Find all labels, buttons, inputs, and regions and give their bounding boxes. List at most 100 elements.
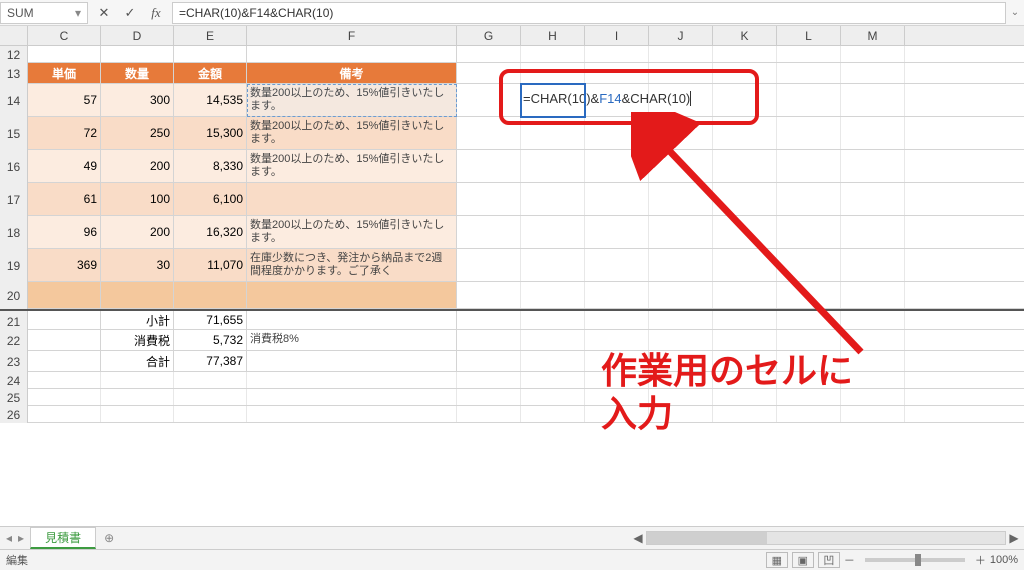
cell[interactable] <box>713 216 777 248</box>
sheet-tab-active[interactable]: 見積書 <box>30 527 96 549</box>
cell[interactable] <box>457 46 521 62</box>
cell[interactable] <box>777 46 841 62</box>
col-header-F[interactable]: F <box>247 26 457 45</box>
cell[interactable]: 消費税8% <box>247 330 457 350</box>
cell[interactable] <box>649 282 713 308</box>
cell[interactable] <box>457 389 521 405</box>
cell[interactable] <box>777 282 841 308</box>
col-header-H[interactable]: H <box>521 26 585 45</box>
cell[interactable] <box>457 372 521 388</box>
cell[interactable] <box>777 216 841 248</box>
row-header[interactable]: 14 <box>0 84 28 117</box>
cell[interactable] <box>521 150 585 182</box>
cell[interactable] <box>841 330 905 350</box>
cell[interactable] <box>585 63 649 83</box>
cell[interactable] <box>777 150 841 182</box>
cell[interactable]: 合計 <box>101 351 174 371</box>
cell[interactable] <box>841 406 905 422</box>
cell[interactable] <box>521 389 585 405</box>
cell[interactable] <box>713 117 777 149</box>
cell[interactable]: 16,320 <box>174 216 247 248</box>
cell[interactable] <box>101 46 174 62</box>
cell[interactable] <box>841 351 905 371</box>
zoom-out-icon[interactable]: － <box>844 552 855 568</box>
cell[interactable] <box>247 351 457 371</box>
cell[interactable]: 369 <box>28 249 101 281</box>
cell[interactable] <box>585 183 649 215</box>
cell[interactable]: 数量200以上のため、15%値引きいたします。 <box>247 117 457 149</box>
grid-area[interactable]: CDEFGHIJKLM 1213単価数量金額備考145730014,535数量2… <box>0 26 1024 526</box>
cell[interactable] <box>777 389 841 405</box>
cell[interactable] <box>521 351 585 371</box>
cell[interactable] <box>521 46 585 62</box>
row-header[interactable]: 16 <box>0 150 28 183</box>
cell[interactable] <box>247 372 457 388</box>
cancel-icon[interactable]: ✕ <box>92 2 116 24</box>
cell[interactable] <box>649 249 713 281</box>
row-header[interactable]: 22 <box>0 330 28 351</box>
cell[interactable] <box>841 311 905 329</box>
tab-first-icon[interactable]: ◂ <box>6 531 12 545</box>
scroll-right-icon[interactable]: ▶ <box>1006 531 1022 545</box>
cell[interactable] <box>457 311 521 329</box>
zoom-in-icon[interactable]: ＋ <box>975 552 986 568</box>
cell[interactable]: 49 <box>28 150 101 182</box>
cell[interactable] <box>585 406 649 422</box>
cell[interactable] <box>174 406 247 422</box>
cell[interactable] <box>457 249 521 281</box>
cell[interactable]: 6,100 <box>174 183 247 215</box>
cell[interactable] <box>457 282 521 308</box>
cell[interactable] <box>247 389 457 405</box>
cell[interactable] <box>585 311 649 329</box>
cell[interactable]: =CHAR(10)&F14&CHAR(10) <box>521 84 585 116</box>
cell[interactable]: 200 <box>101 150 174 182</box>
cell[interactable] <box>521 311 585 329</box>
cell[interactable] <box>713 311 777 329</box>
cell[interactable] <box>841 282 905 308</box>
fx-icon[interactable]: fx <box>144 2 168 24</box>
cell[interactable] <box>585 282 649 308</box>
cell[interactable] <box>841 183 905 215</box>
cell[interactable]: 11,070 <box>174 249 247 281</box>
cell[interactable]: 57 <box>28 84 101 116</box>
cell[interactable]: 5,732 <box>174 330 247 350</box>
cell[interactable] <box>585 389 649 405</box>
cell[interactable]: 71,655 <box>174 311 247 329</box>
cell[interactable] <box>247 311 457 329</box>
tab-prev-icon[interactable]: ▸ <box>18 531 24 545</box>
cell[interactable] <box>841 84 905 116</box>
cell[interactable] <box>457 84 521 116</box>
scroll-thumb[interactable] <box>647 532 767 544</box>
col-header-I[interactable]: I <box>585 26 649 45</box>
cell[interactable] <box>713 351 777 371</box>
row-header[interactable]: 23 <box>0 351 28 372</box>
row-header[interactable]: 17 <box>0 183 28 216</box>
cell[interactable] <box>521 406 585 422</box>
cell[interactable] <box>247 282 457 308</box>
row-header[interactable]: 12 <box>0 46 28 63</box>
cell[interactable] <box>174 372 247 388</box>
cell[interactable] <box>713 282 777 308</box>
cell[interactable] <box>777 311 841 329</box>
cell[interactable] <box>713 406 777 422</box>
cell[interactable] <box>777 351 841 371</box>
col-header-C[interactable]: C <box>28 26 101 45</box>
zoom-value[interactable]: 100% <box>990 554 1018 566</box>
cell[interactable] <box>585 46 649 62</box>
cell[interactable] <box>247 183 457 215</box>
cell[interactable]: 数量200以上のため、15%値引きいたします。 <box>247 150 457 182</box>
cell[interactable] <box>585 372 649 388</box>
cell[interactable] <box>585 249 649 281</box>
col-header-J[interactable]: J <box>649 26 713 45</box>
cell[interactable] <box>101 389 174 405</box>
row-header[interactable]: 13 <box>0 63 28 84</box>
cell[interactable] <box>457 150 521 182</box>
cell[interactable] <box>713 63 777 83</box>
formula-expand-icon[interactable]: ⌄ <box>1006 7 1024 18</box>
cell[interactable] <box>841 117 905 149</box>
cell[interactable]: 96 <box>28 216 101 248</box>
cell[interactable] <box>777 372 841 388</box>
cell[interactable] <box>649 351 713 371</box>
cell[interactable] <box>28 311 101 329</box>
row-header[interactable]: 24 <box>0 372 28 389</box>
